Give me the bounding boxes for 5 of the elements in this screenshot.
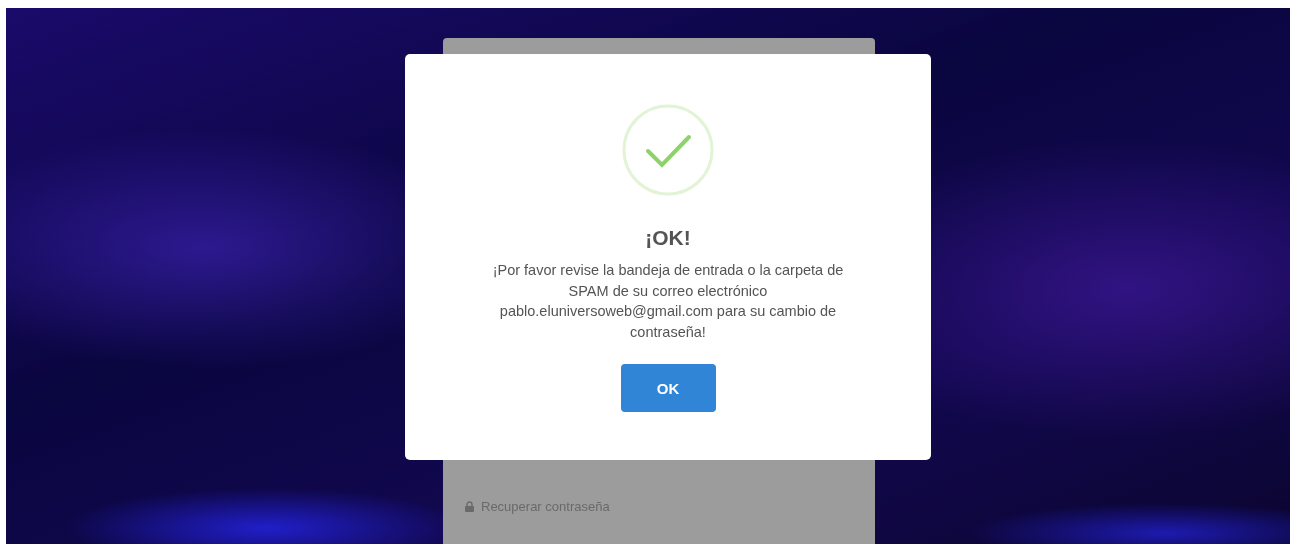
- dialog-title: ¡OK!: [645, 226, 691, 250]
- dialog-message: ¡Por favor revise la bandeja de entrada o la carpeta de SPAM de su correo electrónico pablo.eluniversoweb@gmail.com para su cambio de contraseña!: [491, 261, 845, 342]
- lock-icon: [465, 501, 474, 512]
- success-check-icon: [622, 104, 714, 196]
- ok-button[interactable]: OK: [620, 364, 716, 412]
